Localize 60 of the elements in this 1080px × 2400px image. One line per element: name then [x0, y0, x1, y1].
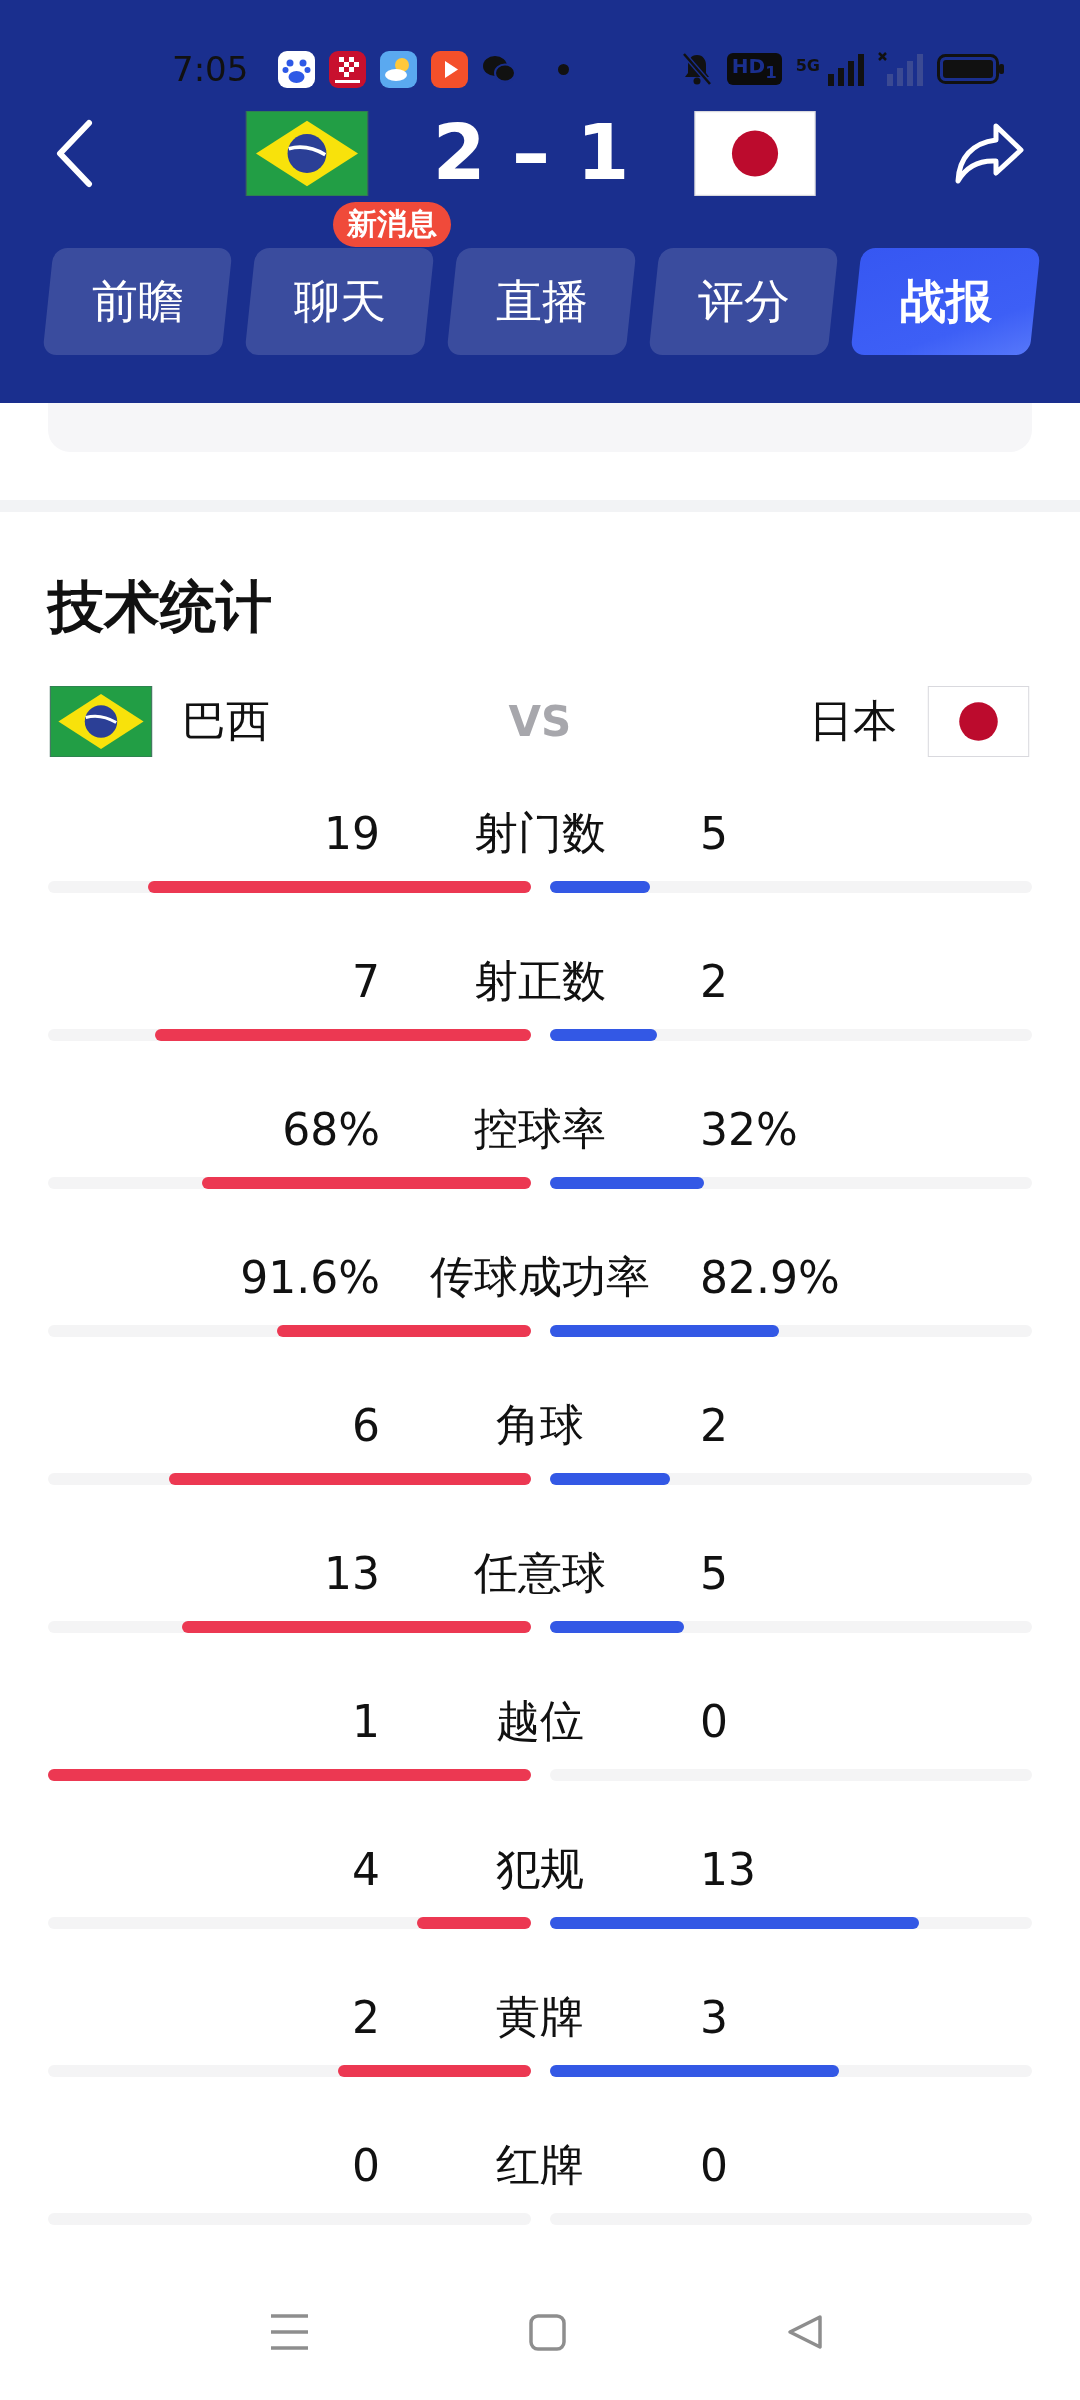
brazil-flag-icon: [48, 686, 154, 757]
chat-bubbles-icon: [482, 54, 517, 84]
stat-value: 2: [700, 955, 728, 1007]
network-label: 5G: [795, 58, 820, 74]
stat-value: 5: [700, 1547, 728, 1599]
vs-label: VS: [508, 697, 572, 746]
signal-icon: [828, 52, 864, 86]
team-name: 日本: [809, 694, 897, 748]
menu-icon[interactable]: [271, 2314, 308, 2350]
stat-value: 2: [700, 1399, 728, 1451]
hd-indicator: HD$_{1}$: [726, 53, 782, 85]
stat-value: 0: [700, 1695, 728, 1747]
signal-off-icon: [878, 52, 923, 86]
match-score: 2 – 1: [432, 115, 630, 191]
stat-label: 犯规: [496, 1841, 584, 1896]
back-icon[interactable]: [55, 118, 93, 188]
team-name: 巴西: [182, 694, 270, 748]
tab[interactable]: 聊天: [245, 248, 434, 355]
stat-value: 3: [700, 1991, 728, 2043]
weather-app-icon: [380, 50, 418, 88]
share-icon[interactable]: [954, 121, 1025, 185]
checkered-app-icon: [329, 50, 367, 88]
stat-value: 4: [352, 1843, 380, 1895]
stat-label: 射门数: [474, 805, 606, 860]
stat-value: 82.9%: [700, 1251, 840, 1303]
stat-value: 13: [700, 1843, 756, 1895]
stat-value: 32%: [700, 1103, 798, 1155]
notification-badge: 新消息: [333, 202, 451, 247]
stat-label: 红牌: [496, 2137, 584, 2192]
tab[interactable]: 评分: [649, 248, 838, 355]
tab[interactable]: 前瞻: [43, 248, 232, 355]
japan-flag-icon: [925, 686, 1032, 757]
section-title: 技术统计: [48, 573, 273, 641]
stat-value: 0: [700, 2139, 728, 2191]
stat-label: 传球成功率: [430, 1249, 650, 1304]
tab[interactable]: 直播: [447, 248, 636, 355]
stat-value: 5: [700, 807, 728, 859]
stat-label: 射正数: [474, 953, 606, 1008]
stat-value: 6: [352, 1399, 380, 1451]
stat-label: 黄牌: [496, 1989, 584, 2044]
play-app-icon: [431, 50, 469, 88]
battery-icon: [937, 54, 1004, 84]
stat-value: 68%: [282, 1103, 380, 1155]
bell-muted-icon: [680, 52, 713, 86]
stat-value: 7: [352, 955, 380, 1007]
stat-value: 1: [352, 1695, 380, 1747]
stat-value: 91.6%: [240, 1251, 380, 1303]
tab[interactable]: 战报: [851, 248, 1040, 355]
stat-label: 角球: [496, 1397, 584, 1452]
stat-value: 13: [324, 1547, 380, 1599]
dot-icon: [558, 63, 570, 75]
stat-label: 越位: [496, 1693, 584, 1748]
stat-label: 控球率: [474, 1101, 606, 1156]
stat-value: 0: [352, 2139, 380, 2191]
stat-label: 任意球: [474, 1545, 606, 1600]
status-time: 7:05: [172, 52, 249, 86]
stat-value: 2: [352, 1991, 380, 2043]
stat-value: 19: [324, 807, 380, 859]
home-icon[interactable]: [529, 2313, 566, 2351]
paw-app-icon: [278, 50, 316, 88]
